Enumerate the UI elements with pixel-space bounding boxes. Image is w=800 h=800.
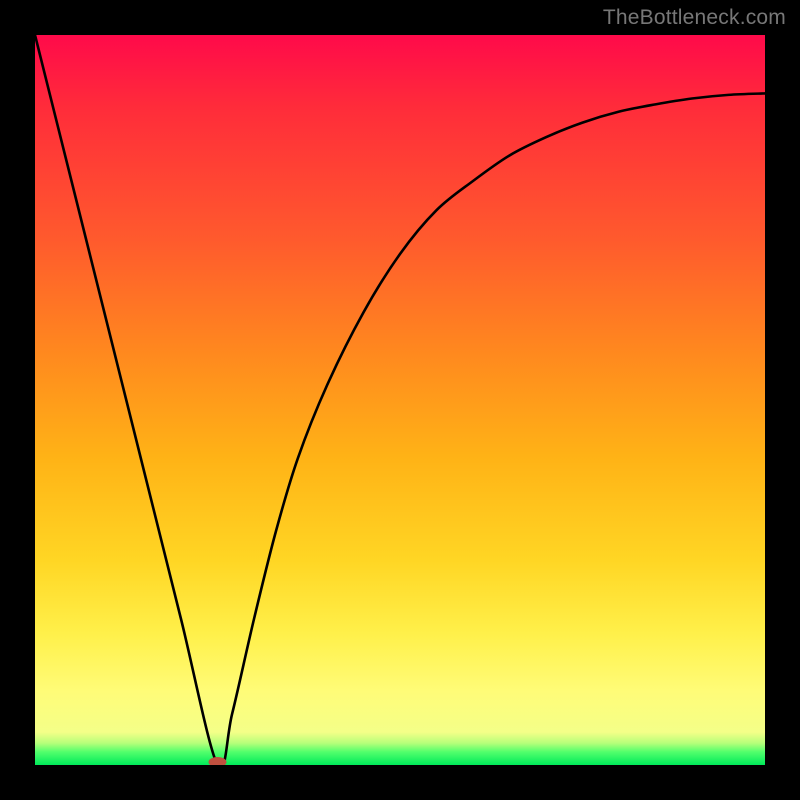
plot-area [35, 35, 765, 765]
chart-frame: TheBottleneck.com [0, 0, 800, 800]
watermark-label: TheBottleneck.com [603, 6, 786, 30]
bottleneck-curve [35, 35, 765, 765]
